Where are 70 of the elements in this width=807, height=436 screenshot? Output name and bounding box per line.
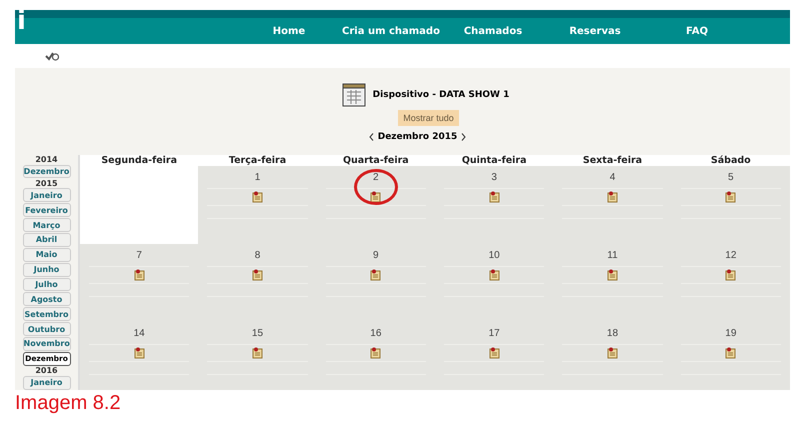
month-button[interactable]: Outubro (22, 322, 70, 336)
note-icon[interactable] (606, 347, 618, 359)
device-title: Dispositivo - DATA SHOW 1 (372, 90, 510, 100)
month-button[interactable]: Agosto (22, 292, 70, 306)
day-number: 10 (488, 250, 500, 263)
month-button[interactable]: Julho (22, 278, 70, 292)
month-button[interactable]: Junho (22, 262, 70, 277)
month-button[interactable]: Janeiro (22, 188, 70, 202)
year-label: 2015 (35, 178, 58, 188)
note-icon[interactable] (134, 347, 145, 359)
weekday-header: Sábado (710, 155, 752, 166)
note-icon[interactable] (606, 191, 618, 203)
month-button[interactable]: Fevereiro (22, 203, 70, 218)
day-number: 7 (136, 250, 142, 263)
note-icon[interactable] (725, 269, 736, 281)
day-number: 14 (134, 328, 145, 341)
calendar-icon (340, 82, 367, 108)
weekday-header: Segunda-feira (100, 155, 178, 166)
day-number: 17 (488, 328, 500, 341)
weekday-header: Sexta-feira (582, 155, 644, 166)
weekday-header: Quarta-feira (342, 155, 410, 166)
show-all-button[interactable]: Mostrar tudo (398, 110, 459, 126)
nav-link[interactable]: Cria um chamado (340, 26, 442, 36)
day-number: 1 (254, 172, 260, 185)
note-icon[interactable] (488, 191, 500, 203)
day-number: 11 (607, 250, 618, 263)
note-icon[interactable] (370, 347, 382, 359)
day-number: 12 (725, 250, 736, 263)
day-number: 19 (725, 328, 736, 341)
note-icon[interactable] (252, 269, 263, 281)
year-label: 2016 (35, 366, 58, 376)
note-icon[interactable] (725, 347, 736, 359)
day-number: 4 (610, 172, 616, 185)
nav-link[interactable]: Chamados (442, 26, 544, 36)
day-number: 5 (728, 172, 734, 185)
nav-link[interactable]: FAQ (646, 26, 748, 36)
weekday-header: Quinta-feira (460, 155, 528, 166)
chevron-left-icon[interactable] (368, 133, 374, 141)
day-number: 2 (373, 172, 379, 185)
day-number: 9 (373, 250, 379, 263)
check-clock-icon[interactable] (45, 51, 59, 61)
note-icon[interactable] (252, 347, 263, 359)
nav-link[interactable]: Home (238, 26, 340, 36)
day-number: 3 (491, 172, 497, 185)
note-icon[interactable] (488, 269, 500, 281)
month-button[interactable]: Janeiro (22, 376, 70, 390)
note-icon[interactable] (252, 191, 263, 203)
note-icon[interactable] (725, 191, 736, 203)
chevron-right-icon[interactable] (461, 133, 466, 141)
month-button[interactable]: Novembro (22, 336, 70, 351)
month-button[interactable]: Março (22, 218, 70, 232)
year-label: 2014 (35, 155, 58, 164)
month-button[interactable]: Dezembro (22, 164, 70, 178)
weekday-header: Terça-feira (228, 155, 288, 166)
note-icon[interactable] (488, 347, 500, 359)
month-label: Dezembro 2015 (378, 132, 458, 142)
month-button[interactable]: Setembro (22, 307, 70, 322)
day-number: 15 (252, 328, 264, 341)
logo: i (17, 6, 26, 36)
day-number: 8 (254, 250, 260, 263)
figure-caption: Imagem 8.2 (15, 391, 122, 415)
day-number: 16 (370, 328, 382, 341)
day-number: 18 (606, 328, 618, 341)
month-button[interactable]: Maio (22, 248, 70, 262)
nav-link[interactable]: Reservas (544, 26, 646, 36)
note-icon[interactable] (606, 269, 618, 281)
note-icon[interactable] (370, 269, 382, 281)
note-icon[interactable] (134, 269, 145, 281)
month-button[interactable]: Abril (22, 232, 70, 247)
note-icon[interactable] (370, 191, 382, 203)
